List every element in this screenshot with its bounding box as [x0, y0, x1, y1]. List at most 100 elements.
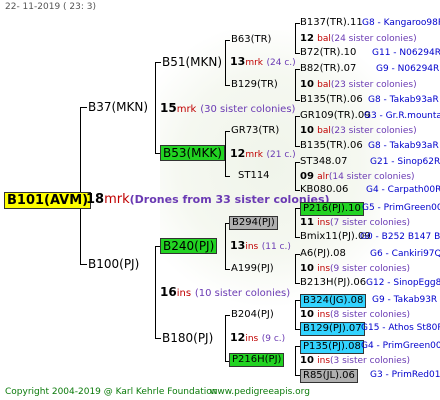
g3-suffix-7: ins — [317, 356, 331, 366]
g3-queen-2[interactable]: GR73(TR) — [231, 126, 279, 136]
connector — [295, 69, 296, 100]
g1-suffix-0: mrk — [176, 104, 197, 115]
g4-info-11: G12 - SinopEgg86R — [366, 278, 440, 288]
g3-suffix-6: ins — [317, 310, 331, 320]
g3-queen-0[interactable]: B63(TR) — [231, 35, 271, 45]
g4-queen-2[interactable]: B82(TR).07 — [300, 64, 356, 74]
g4-info-0: G8 - Kangaroo98R — [362, 18, 440, 28]
g3-note-3: (14 sister colonies) — [328, 172, 415, 182]
connector — [225, 131, 226, 176]
g4-queen-5[interactable]: B135(TR).06 — [300, 141, 363, 151]
g3-note-2: (23 sister colonies) — [330, 126, 417, 136]
g2-suffix-0: mrk — [245, 58, 263, 68]
g3-info-6: 10 ins(8 sister colonies) — [300, 310, 410, 320]
g2-suffix-1: mrk — [245, 150, 263, 160]
g4-queen-3[interactable]: B135(TR).06 — [300, 95, 363, 105]
connector — [155, 62, 156, 153]
g3-queen-3[interactable]: ST114 — [238, 171, 270, 181]
g4-info-10: G6 - Cankiri97Q — [370, 249, 440, 259]
g4-queen-15[interactable]: R85(JL).06 — [300, 369, 358, 383]
g4-info-12: G9 - Takab93R — [372, 295, 438, 305]
g4-queen-6[interactable]: ST348.07 — [300, 157, 347, 167]
g3-num-7: 10 — [300, 355, 314, 366]
g3-note-4: (7 sister colonies) — [330, 218, 411, 228]
g4-info-7: G4 - Carpath00R — [366, 185, 440, 195]
g2-note-3: (9 c.) — [261, 334, 286, 344]
g3-num-2: 10 — [300, 125, 314, 136]
g3-queen-7[interactable]: P216H(PJ) — [229, 353, 285, 367]
g2-num-3: 12 — [230, 331, 246, 344]
connector — [225, 40, 230, 41]
g1-num-0: 15 — [160, 101, 177, 115]
g2-note-0: (24 c.) — [266, 58, 296, 68]
connector — [155, 62, 161, 63]
root-queen[interactable]: B101(AVM) — [4, 192, 92, 209]
root-suffix: mrk — [104, 192, 130, 207]
g2-note-2: (11 c.) — [261, 242, 291, 252]
g4-queen-7[interactable]: KB080.06 — [300, 185, 348, 195]
g1-queen-0[interactable]: B37(MKN) — [88, 101, 148, 113]
g3-num-1: 10 — [300, 79, 314, 90]
g4-queen-4[interactable]: GR109(TR).09 — [300, 111, 371, 121]
g3-info-1: 10 bal(23 sister colonies) — [300, 80, 417, 90]
g4-queen-14[interactable]: P135(PJ).08 — [300, 340, 364, 354]
g2-queen-2[interactable]: B240(PJ) — [160, 238, 218, 254]
g3-suffix-4: ins — [317, 218, 331, 228]
g4-queen-1[interactable]: B72(TR).10 — [300, 48, 356, 58]
g3-info-4: 11 ins(7 sister colonies) — [300, 218, 410, 228]
g2-queen-3[interactable]: B180(PJ) — [162, 332, 213, 344]
site-link[interactable]: www.pedigreeapis.org — [210, 388, 310, 397]
g3-queen-5[interactable]: A199(PJ) — [231, 264, 274, 274]
g3-info-3: 09 alr(14 sister colonies) — [300, 172, 415, 182]
connector — [155, 246, 156, 338]
g3-num-5: 10 — [300, 263, 314, 274]
root-info: 18mrk(Drones from 33 sister colonies) — [86, 193, 330, 206]
g2-queen-0[interactable]: B51(MKN) — [162, 56, 222, 68]
g3-note-1: (23 sister colonies) — [330, 80, 417, 90]
g3-info-2: 10 bal(23 sister colonies) — [300, 126, 417, 136]
g4-queen-13[interactable]: B129(PJ).07 — [300, 322, 365, 336]
g3-suffix-5: ins — [317, 264, 331, 274]
connector — [225, 269, 230, 270]
g3-note-6: (8 sister colonies) — [330, 310, 411, 320]
date-stamp: 22- 11-2019 ( 23: 3) — [5, 2, 96, 12]
g2-queen-1[interactable]: B53(MKK) — [160, 145, 225, 161]
connector — [225, 85, 230, 86]
g3-queen-4[interactable]: B294(PJ) — [229, 216, 278, 230]
g1-queen-1[interactable]: B100(PJ) — [88, 258, 139, 270]
g4-queen-10[interactable]: A6(PJ).08 — [300, 249, 346, 259]
g2-num-1: 12 — [230, 147, 246, 160]
connector — [80, 107, 87, 108]
g3-suffix-0: bal — [317, 34, 331, 44]
g2-info-1: 12mrk (21 c.) — [230, 148, 296, 160]
g1-note-0: (30 sister colonies) — [200, 104, 296, 115]
g2-info-2: 13ins (11 c.) — [230, 240, 291, 252]
g4-info-8: G5 - PrimGreen00 — [362, 203, 440, 213]
g4-queen-11[interactable]: B213H(PJ).06 — [300, 278, 366, 288]
connector — [295, 346, 296, 375]
g3-suffix-2: bal — [317, 126, 331, 136]
g3-queen-6[interactable]: B204(PJ) — [231, 310, 274, 320]
connector — [295, 23, 296, 53]
g4-info-13: G15 - Athos St80R — [361, 323, 440, 333]
g3-info-7: 10 ins(3 sister colonies) — [300, 356, 410, 366]
g4-queen-8[interactable]: P216(PJ).10 — [300, 202, 364, 216]
g4-info-5: G8 - Takab93aR — [368, 141, 439, 151]
g4-info-6: G21 - Sinop62R — [370, 157, 440, 167]
g4-queen-0[interactable]: B137(TR).11 — [300, 18, 363, 28]
connector — [295, 254, 296, 283]
connector — [155, 338, 161, 339]
g2-num-0: 13 — [230, 55, 246, 68]
connector — [295, 208, 296, 237]
g1-info-1: 16ins (10 sister colonies) — [160, 286, 290, 299]
connector — [225, 40, 226, 85]
g1-suffix-1: ins — [176, 288, 192, 299]
connector — [80, 264, 87, 265]
g4-info-2: G9 - N06294R — [376, 64, 440, 74]
g4-queen-12[interactable]: B324(JG).08 — [300, 294, 367, 308]
g4-info-15: G3 - PrimRed01 — [370, 370, 440, 380]
g2-info-3: 12ins (9 c.) — [230, 332, 285, 344]
connector — [80, 107, 81, 264]
g3-queen-1[interactable]: B129(TR) — [231, 80, 278, 90]
connector — [295, 116, 296, 146]
